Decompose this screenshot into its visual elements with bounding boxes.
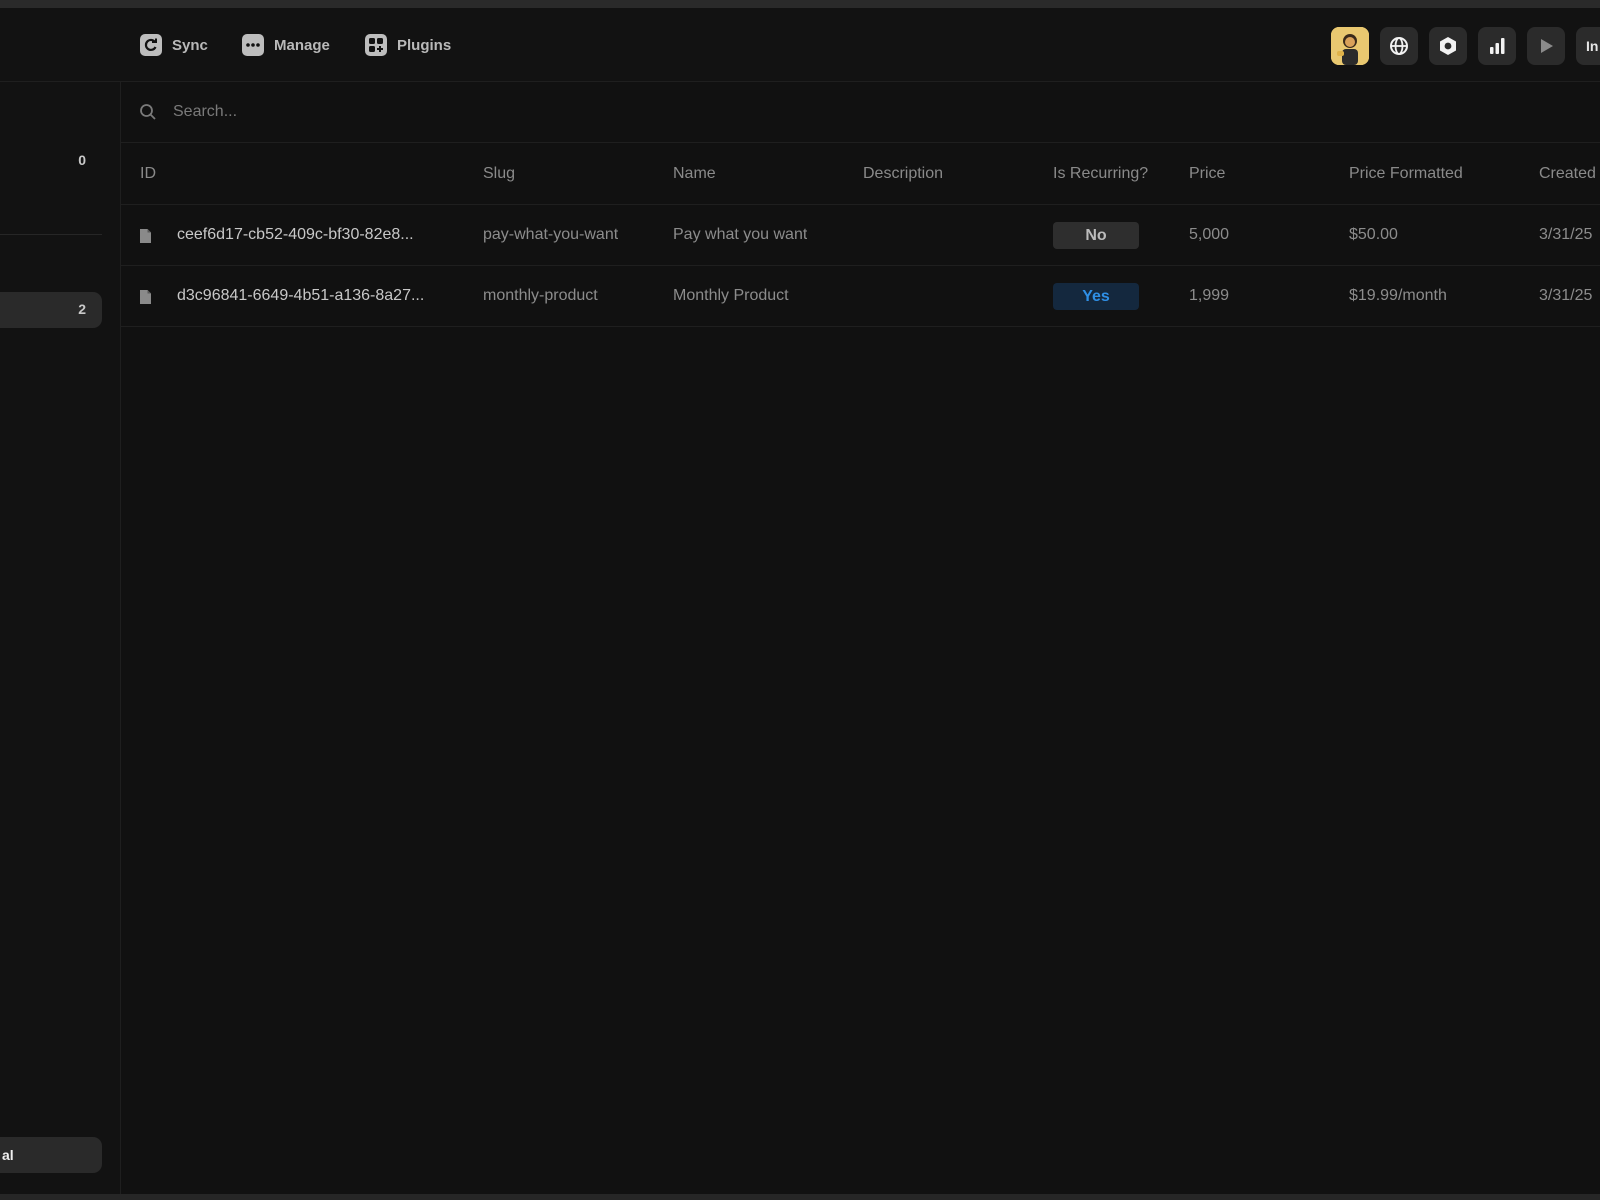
bar-chart-icon xyxy=(1490,38,1505,54)
analytics-button[interactable] xyxy=(1478,27,1516,65)
recurring-badge: Yes xyxy=(1053,283,1139,310)
cell-id: ceef6d17-cb52-409c-bf30-82e8... xyxy=(177,226,414,243)
sidebar-item-count: 2 xyxy=(78,301,86,317)
globe-button[interactable] xyxy=(1380,27,1418,65)
recurring-badge: No xyxy=(1053,222,1139,249)
sync-button[interactable]: Sync xyxy=(140,32,208,58)
search-input[interactable] xyxy=(173,96,773,128)
manage-label: Manage xyxy=(274,36,330,54)
column-header-name[interactable]: Name xyxy=(673,165,716,183)
top-bar: Sync Manage Plugins In xyxy=(0,8,1600,82)
cell-id: d3c96841-6649-4b51-a136-8a27... xyxy=(177,287,425,304)
search-bar xyxy=(121,82,1600,143)
document-icon xyxy=(140,229,151,243)
sidebar-count-top: 0 xyxy=(78,152,86,168)
toolbar-right: In xyxy=(1331,27,1600,65)
more-dots-icon xyxy=(242,34,264,56)
truncated-button-label: In xyxy=(1586,38,1599,54)
globe-icon xyxy=(1390,37,1408,55)
sync-label: Sync xyxy=(172,36,208,54)
sync-icon xyxy=(140,34,162,56)
app-window: Sync Manage Plugins In 0 2 al Search... … xyxy=(0,0,1600,1200)
table-row[interactable]: ceef6d17-cb52-409c-bf30-82e8... pay-what… xyxy=(121,205,1600,266)
avatar[interactable] xyxy=(1331,27,1369,65)
column-header-slug[interactable]: Slug xyxy=(483,165,515,183)
hexagon-icon xyxy=(1440,37,1456,55)
column-header-is-recurring[interactable]: Is Recurring? xyxy=(1053,165,1148,183)
settings-hex-button[interactable] xyxy=(1429,27,1467,65)
play-icon xyxy=(1541,39,1553,53)
column-header-created[interactable]: Created xyxy=(1539,165,1596,183)
cell-price: 1,999 xyxy=(1189,287,1230,304)
table-header: ID Slug Name Description Is Recurring? P… xyxy=(121,143,1600,205)
plugins-icon xyxy=(365,34,387,56)
column-header-description[interactable]: Description xyxy=(863,165,943,183)
column-header-id[interactable]: ID xyxy=(140,165,156,183)
window-top-strip xyxy=(0,0,1600,8)
data-table: ID Slug Name Description Is Recurring? P… xyxy=(121,143,1600,327)
play-button[interactable] xyxy=(1527,27,1565,65)
cell-price: 5,000 xyxy=(1189,226,1230,243)
plugins-button[interactable]: Plugins xyxy=(365,32,451,58)
plugins-label: Plugins xyxy=(397,36,452,54)
cell-created: 3/31/25 xyxy=(1539,226,1593,243)
sidebar-bottom-button[interactable]: al xyxy=(0,1137,102,1173)
document-icon xyxy=(140,290,151,304)
window-bottom-strip xyxy=(0,1194,1600,1200)
truncated-button[interactable]: In xyxy=(1576,27,1600,65)
cell-name: Monthly Product xyxy=(673,287,789,304)
sidebar-divider xyxy=(0,234,102,235)
column-header-price-formatted[interactable]: Price Formatted xyxy=(1349,165,1463,183)
manage-button[interactable]: Manage xyxy=(242,32,330,58)
cell-name: Pay what you want xyxy=(673,226,808,243)
table-row[interactable]: d3c96841-6649-4b51-a136-8a27... monthly-… xyxy=(121,266,1600,327)
search-icon xyxy=(140,104,156,120)
cell-price-formatted: $19.99/month xyxy=(1349,287,1447,304)
cell-slug: monthly-product xyxy=(483,287,598,304)
cell-price-formatted: $50.00 xyxy=(1349,226,1398,243)
cell-created: 3/31/25 xyxy=(1539,287,1593,304)
sidebar: 0 2 al xyxy=(0,82,121,1194)
sidebar-item-active[interactable]: 2 xyxy=(0,292,102,328)
cell-slug: pay-what-you-want xyxy=(483,226,619,243)
column-header-price[interactable]: Price xyxy=(1189,165,1225,183)
